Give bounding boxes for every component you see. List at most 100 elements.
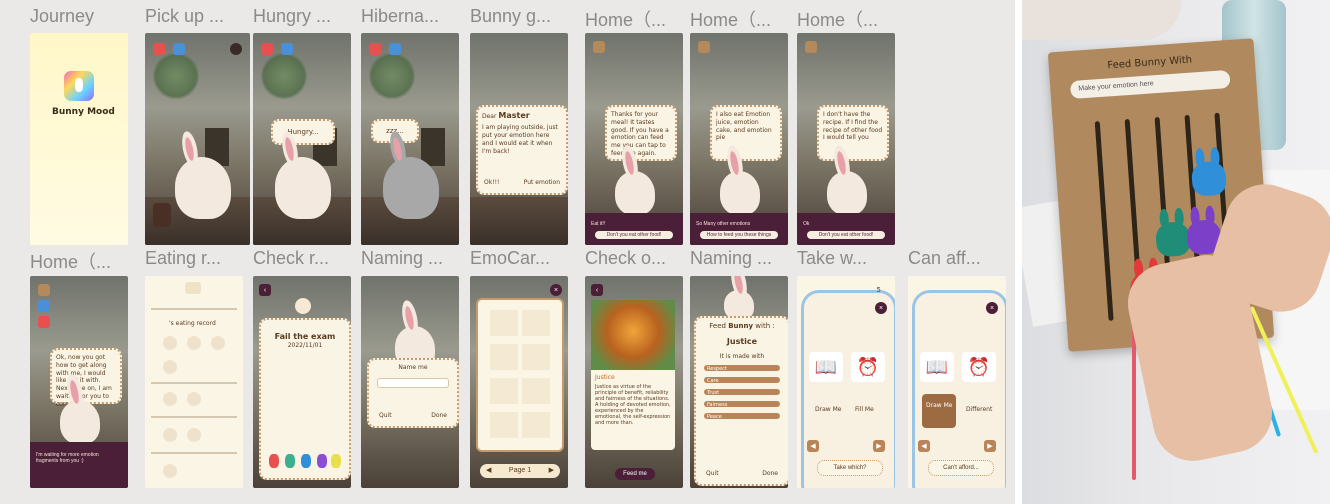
- frame-label[interactable]: Home（...: [797, 6, 909, 32]
- feed-me-button[interactable]: Feed me: [615, 468, 655, 480]
- frame-label[interactable]: Journey: [30, 6, 142, 27]
- frame-home-1[interactable]: Thanks for your meal! It tastes good. If…: [585, 33, 683, 245]
- frame-take-which[interactable]: 5 × 📖 ⏰ Draw Me Fill Me ◀ ▶ Take which?: [797, 276, 895, 488]
- frame-label[interactable]: Naming ...: [361, 248, 473, 269]
- emotion-bunny-purple[interactable]: [317, 454, 327, 468]
- emotion-bunny-blue[interactable]: [301, 454, 311, 468]
- frame-naming-1[interactable]: Name me Quit Done: [361, 276, 459, 488]
- prev-arrow-icon[interactable]: ◀: [918, 440, 930, 452]
- alarm-clock-icon[interactable]: ⏰: [962, 352, 996, 382]
- put-emotion-button[interactable]: Put emotion: [524, 179, 560, 187]
- ingredient-row[interactable]: Respect: [704, 365, 780, 372]
- frame-emocard[interactable]: × ◀ Page 1 ▶: [470, 276, 568, 488]
- profile-icon[interactable]: [173, 43, 185, 55]
- done-button[interactable]: Done: [431, 412, 447, 420]
- food-item[interactable]: [153, 203, 171, 227]
- selected-item-highlight[interactable]: Draw Me: [922, 394, 956, 428]
- app-logo-icon: [64, 71, 94, 101]
- bag-icon[interactable]: [805, 41, 817, 53]
- cant-afford-button[interactable]: Can't afford...: [928, 460, 994, 476]
- emotion-bunny-green[interactable]: [285, 454, 295, 468]
- ok-button[interactable]: Ok!!!: [484, 179, 499, 187]
- close-icon[interactable]: ×: [550, 284, 562, 296]
- ingredient-row[interactable]: Fairness: [704, 401, 780, 408]
- frame-label[interactable]: Hiberna...: [361, 6, 473, 27]
- frame-bunny-gone[interactable]: Dear Master I am playing outside, just p…: [470, 33, 568, 245]
- frame-label[interactable]: EmoCar...: [470, 248, 582, 269]
- gift-icon[interactable]: [261, 43, 273, 55]
- naming-heading: Name me: [398, 364, 428, 371]
- frame-journey[interactable]: Bunny Mood: [30, 33, 128, 245]
- profile-icon[interactable]: [389, 43, 401, 55]
- bunny-character[interactable]: [275, 157, 331, 219]
- frame-label[interactable]: Home（...: [30, 248, 142, 274]
- bunny-character[interactable]: [827, 171, 867, 215]
- quit-button[interactable]: Quit: [706, 470, 719, 478]
- done-button[interactable]: Done: [762, 470, 778, 478]
- prev-arrow-icon[interactable]: ◀: [486, 464, 491, 478]
- frame-home-2[interactable]: I also eat Emotion juice, emotion cake, …: [690, 33, 788, 245]
- bag-icon[interactable]: [698, 41, 710, 53]
- back-arrow-icon[interactable]: ‹: [259, 284, 271, 296]
- frame-eating-record[interactable]: 's eating record: [145, 276, 243, 488]
- bag-icon[interactable]: [38, 284, 50, 296]
- frame-label[interactable]: Eating r...: [145, 248, 257, 269]
- profile-icon[interactable]: [38, 300, 50, 312]
- frame-label[interactable]: Check o...: [585, 248, 697, 269]
- book-icon[interactable]: 📖: [920, 352, 954, 382]
- frame-naming-2[interactable]: Feed Bunny with : Justice It is made wit…: [690, 276, 788, 488]
- bunny-character[interactable]: [383, 157, 439, 219]
- frame-label[interactable]: Naming ...: [690, 248, 802, 269]
- take-which-button[interactable]: Take which?: [817, 460, 883, 476]
- ingredient-row[interactable]: Trust: [704, 389, 780, 396]
- alarm-clock-icon[interactable]: ⏰: [851, 352, 885, 382]
- close-icon[interactable]: ×: [986, 302, 998, 314]
- frame-label[interactable]: Home（...: [585, 6, 697, 32]
- dialog-note: I'm waiting for more emotion fragments f…: [36, 452, 99, 464]
- dialog-bar: I'm waiting for more emotion fragments f…: [30, 442, 128, 488]
- frame-label[interactable]: Bunny g...: [470, 6, 582, 27]
- frame-hungry[interactable]: Hungry...: [253, 33, 351, 245]
- frame-label[interactable]: Pick up ...: [145, 6, 257, 27]
- prev-arrow-icon[interactable]: ◀: [807, 440, 819, 452]
- bag-icon[interactable]: [593, 41, 605, 53]
- emotion-bunny-yellow[interactable]: [331, 454, 341, 468]
- dialog-button[interactable]: Don't you eat other food!: [595, 231, 673, 239]
- close-icon[interactable]: ×: [875, 302, 887, 314]
- gift-icon[interactable]: [38, 316, 50, 328]
- bunny-character[interactable]: [60, 400, 100, 444]
- ingredient-row[interactable]: Care: [704, 377, 780, 384]
- name-input[interactable]: [377, 377, 449, 388]
- emotion-bunny-red[interactable]: [269, 454, 279, 468]
- back-arrow-icon[interactable]: ‹: [591, 284, 603, 296]
- dialog-button[interactable]: Don't you eat other food!: [807, 231, 885, 239]
- frame-home-3[interactable]: I don't have the recipe. If I find the r…: [797, 33, 895, 245]
- dialog-button[interactable]: How to feed you these things: [700, 231, 778, 239]
- bunny-character[interactable]: [615, 171, 655, 215]
- frame-label[interactable]: Check r...: [253, 248, 365, 269]
- next-arrow-icon[interactable]: ▶: [549, 464, 554, 478]
- frame-pick-up[interactable]: [145, 33, 250, 245]
- frame-cant-afford[interactable]: × 📖 ⏰ Draw Me Different ◀ ▶ Can't afford…: [908, 276, 1006, 488]
- frame-label[interactable]: Can aff...: [908, 248, 1008, 269]
- background-person: [1022, 0, 1182, 40]
- next-arrow-icon[interactable]: ▶: [984, 440, 996, 452]
- leaf-photo: [591, 300, 675, 370]
- frame-label[interactable]: Home（...: [690, 6, 802, 32]
- next-arrow-icon[interactable]: ▶: [873, 440, 885, 452]
- frame-check-one[interactable]: ‹ Justice Justice as virtue of the princ…: [585, 276, 683, 488]
- ingredient-row[interactable]: Peace: [704, 413, 780, 420]
- frame-label[interactable]: Take w...: [797, 248, 909, 269]
- bunny-character[interactable]: [720, 171, 760, 215]
- gift-icon[interactable]: [369, 43, 381, 55]
- profile-icon[interactable]: [281, 43, 293, 55]
- bunny-character[interactable]: [175, 157, 231, 219]
- frame-check-record[interactable]: ‹ Fail the exam 2022/11/01: [253, 276, 351, 488]
- gift-icon[interactable]: [153, 43, 165, 55]
- frame-home-4[interactable]: Ok, now you got how to get along with me…: [30, 276, 128, 488]
- frame-label[interactable]: Hungry ...: [253, 6, 365, 27]
- frame-hibernate[interactable]: zzz...: [361, 33, 459, 245]
- book-icon[interactable]: 📖: [809, 352, 843, 382]
- quit-button[interactable]: Quit: [379, 412, 392, 420]
- record-title: Fail the exam: [274, 332, 336, 341]
